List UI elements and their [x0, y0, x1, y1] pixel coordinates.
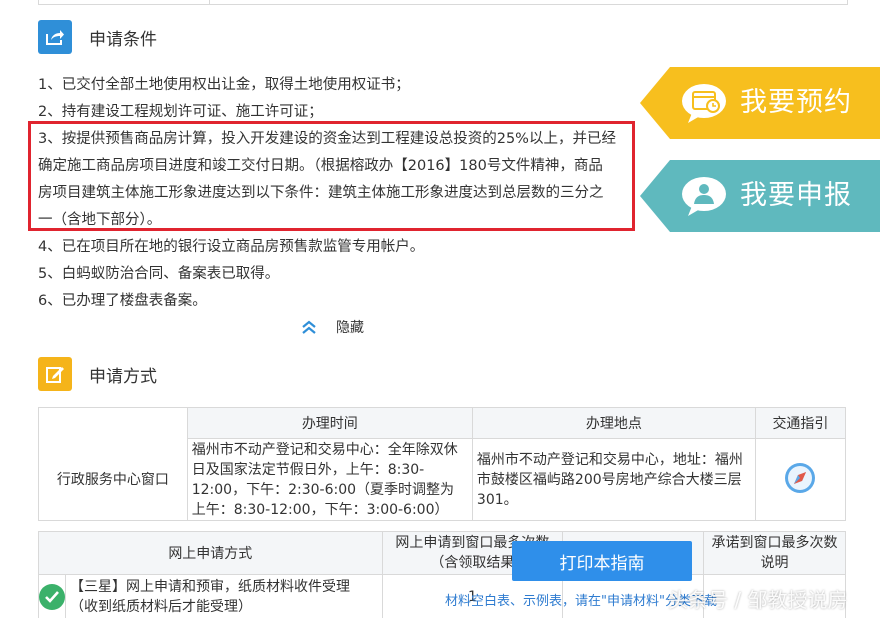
column-header-time: 办理时间 — [186, 407, 473, 439]
hide-toggle[interactable]: 隐藏 — [300, 317, 364, 337]
compass-icon[interactable] — [783, 461, 817, 499]
edit-icon — [38, 357, 72, 391]
office-hours: 福州市不动产登记和交易中心：全年除双休日及国家法定节假日外，上午：8:30-12… — [186, 438, 473, 521]
conditions-title: 申请条件 — [89, 29, 157, 50]
hide-toggle-label: 隐藏 — [336, 320, 364, 336]
column-header-location: 办理地点 — [471, 407, 756, 439]
appointment-label: 我要预约 — [740, 87, 852, 118]
print-guide-button[interactable]: 打印本指南 — [512, 541, 692, 581]
conditions-header: 申请条件 — [38, 17, 157, 57]
apply-label: 我要申报 — [740, 180, 852, 211]
condition-item: 2、持有建设工程规划许可证、施工许可证； — [38, 104, 323, 120]
method-title: 申请方式 — [89, 366, 157, 387]
condition-item: 1、已交付全部土地使用权出让金，取得土地使用权证书； — [38, 77, 410, 93]
method-header: 申请方式 — [38, 354, 157, 394]
column-header-transport: 交通指引 — [754, 407, 847, 439]
transport-cell — [754, 438, 847, 521]
row-label-window: 行政服务中心窗口 — [38, 438, 188, 521]
office-address: 福州市不动产登记和交易中心，地址：福州市鼓楼区福屿路200号房地产综合大楼三层3… — [471, 438, 756, 521]
column-header-online-method: 网上申请方式 — [38, 531, 383, 575]
condition-item-highlighted: 确定施工商品房项目进度和竣工交付日期。（根据榕政办【2016】180号文件精神，… — [38, 158, 603, 174]
condition-item-highlighted: 房项目建筑主体施工形象进度达到以下条件：建筑主体施工形象进度达到总层数的三分之 — [38, 185, 604, 201]
online-method-text: 【三星】网上申请和预审，纸质材料收件受理（收到纸质材料后才能受理） — [65, 575, 382, 618]
check-icon — [39, 584, 65, 610]
column-header-promise: 承诺到窗口最多次数说明 — [703, 531, 846, 575]
window-service-table: 办理时间 办理地点 交通指引 行政服务中心窗口 福州市不动产登记和交易中心：全年… — [38, 407, 847, 521]
share-icon — [38, 20, 72, 54]
condition-item: 6、已办理了楼盘表备案。 — [38, 293, 207, 309]
watermark: 头条号 / 邹教授说房 — [668, 588, 848, 612]
condition-item-highlighted: 一（含地下部分）。 — [38, 212, 162, 228]
condition-item-highlighted: 3、按提供预售商品房计算，投入开发建设的资金达到工程建设总投资的25%以上，并已… — [38, 131, 616, 147]
condition-item: 4、已在项目所在地的银行设立商品房预售款监管专用帐户。 — [38, 239, 425, 255]
user-chat-icon — [680, 174, 730, 218]
condition-item: 5、白蚂蚁防治合同、备案表已取得。 — [38, 266, 280, 282]
service-guide-page: 申请条件 1、已交付全部土地使用权出让金，取得土地使用权证书； 2、持有建设工程… — [0, 0, 880, 618]
appointment-button[interactable]: 我要预约 — [640, 67, 880, 139]
table-corner — [38, 407, 188, 439]
apply-button[interactable]: 我要申报 — [640, 160, 880, 232]
calendar-chat-icon — [680, 81, 730, 125]
online-method-cell: 【三星】网上申请和预审，纸质材料收件受理（收到纸质材料后才能受理） — [38, 574, 383, 618]
previous-table-bottom — [38, 0, 848, 5]
double-chevron-up-icon — [302, 320, 316, 334]
